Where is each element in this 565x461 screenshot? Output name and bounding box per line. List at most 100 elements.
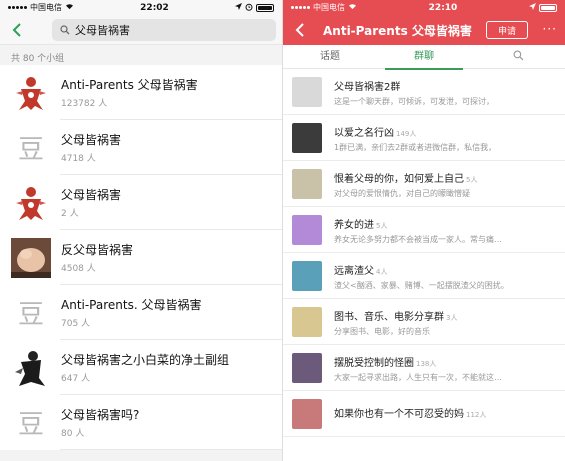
search-query: 父母皆祸害 xyxy=(75,23,130,37)
group-list-item[interactable]: 豆父母皆祸害吗? 80 人 xyxy=(0,395,282,450)
chat-list-item[interactable]: 图书、音乐、电影分享群 3人 分享图书、电影，好的音乐 xyxy=(283,299,565,345)
chat-description: 1群已满，亲们去2群或者进微信群，私信我， xyxy=(334,142,497,152)
status-bar: 中国电信 22:10 xyxy=(283,0,565,15)
group-info: Anti-Parents. 父母皆祸害 705 人 xyxy=(61,296,201,329)
group-member-count: 123782 人 xyxy=(61,99,108,109)
chat-avatar xyxy=(292,123,322,153)
battery-icon xyxy=(256,3,274,12)
group-list-item[interactable]: 豆 Anti-Parents. 父母皆祸害 705 人 xyxy=(0,285,282,340)
group-list: Anti-Parents 父母皆祸害 123782 人豆父母皆祸害 4718 人父母… xyxy=(0,65,282,450)
chat-name: 养女的进 xyxy=(334,219,374,231)
chat-description: 分享图书、电影，好的音乐 xyxy=(334,326,430,336)
status-bar: 中国电信 22:02 xyxy=(0,0,282,15)
group-title: Anti-Parents 父母皆祸害 xyxy=(323,23,472,38)
group-avatar: 豆 xyxy=(11,127,51,168)
chat-title: 摆脱受控制的怪圈 138人 xyxy=(334,354,559,369)
status-time: 22:02 xyxy=(140,2,169,13)
more-menu-button[interactable]: ··· xyxy=(543,22,557,36)
chat-member-count: 5人 xyxy=(376,221,388,230)
chat-avatar xyxy=(292,261,322,291)
chat-name: 远离渣父 xyxy=(334,265,374,277)
screenshot-collage: 中国电信 22:02 父母皆祸害 共 80 个小组 Anti-Parents 父… xyxy=(0,0,565,461)
group-avatar xyxy=(11,347,51,388)
chat-list-item[interactable]: 摆脱受控制的怪圈 138人 大家一起寻求出路，人生只有一次，不能就这… xyxy=(283,345,565,391)
chat-title: 父母皆祸害2群 xyxy=(334,78,559,93)
group-info: 父母皆祸害吗? 80 人 xyxy=(61,406,139,439)
group-avatar xyxy=(11,72,51,113)
signal-icon xyxy=(8,6,27,9)
group-avatar: 豆 xyxy=(11,402,51,443)
group-list-item[interactable]: 豆父母皆祸害 4718 人 xyxy=(0,120,282,175)
chat-member-count: 5人 xyxy=(466,175,478,184)
battery-icon xyxy=(539,3,557,12)
tab-bar: 话题 群聊 xyxy=(283,45,565,70)
chat-member-count: 138人 xyxy=(416,359,437,368)
tab-topics[interactable]: 话题 xyxy=(283,45,377,69)
chat-info: 图书、音乐、电影分享群 3人 分享图书、电影，好的音乐 xyxy=(334,308,559,337)
search-icon xyxy=(513,50,523,61)
group-list-item[interactable]: 父母皆祸害之小白菜的净土副组 647 人 xyxy=(0,340,282,395)
group-name: 父母皆祸害之小白菜的净土副组 xyxy=(61,353,230,367)
chat-title: 养女的进 5人 xyxy=(334,216,559,231)
chat-list-item[interactable]: 父母皆祸害2群 这是一个聊天群，可倾诉，可发泄，可探讨， xyxy=(283,69,565,115)
chat-description: 渣父<酗酒、家暴、赌博、一起摆脱渣父的困扰。 xyxy=(334,280,509,290)
placeholder-avatar-icon: 豆 xyxy=(11,127,51,168)
group-chat-screen: 中国电信 22:10 Anti-Parents 父母皆祸害 申请 ··· 话题 … xyxy=(283,0,565,461)
chat-list: 父母皆祸害2群 这是一个聊天群，可倾诉，可发泄，可探讨， 以爱之名行凶 149人 1群已… xyxy=(283,69,565,437)
chat-info: 养女的进 5人养女无论多努力都不会被当成一家人。常与痛… xyxy=(334,216,559,245)
red-figure-icon xyxy=(11,182,51,223)
status-time: 22:10 xyxy=(428,2,458,13)
chat-name: 父母皆祸害2群 xyxy=(334,81,401,93)
chat-list-item[interactable]: 以爱之名行凶 149人 1群已满，亲们去2群或者进微信群，私信我， xyxy=(283,115,565,161)
group-avatar xyxy=(11,182,51,223)
tab-group-chat[interactable]: 群聊 xyxy=(377,45,471,70)
group-info: 父母皆祸害 2 人 xyxy=(61,186,121,219)
back-button[interactable] xyxy=(6,19,28,41)
group-header: Anti-Parents 父母皆祸害 申请 ··· xyxy=(283,15,565,45)
signal-icon xyxy=(291,6,310,9)
chat-list-item[interactable]: 远离渣父 4人渣父<酗酒、家暴、赌博、一起摆脱渣父的困扰。 xyxy=(283,253,565,299)
chat-info: 恨着父母的你，如何爱上自己 5人 对父母的爱恨情仇，对自己的矇瞰憎疑 xyxy=(334,170,559,199)
group-name: Anti-Parents 父母皆祸害 xyxy=(61,78,198,92)
group-member-count: 80 人 xyxy=(61,429,85,439)
group-list-item[interactable]: 父母皆祸害 2 人 xyxy=(0,175,282,230)
back-button[interactable] xyxy=(289,19,311,41)
group-avatar xyxy=(11,237,51,278)
chat-member-count: 112人 xyxy=(466,411,487,419)
chat-name: 恨着父母的你，如何爱上自己 xyxy=(334,173,464,185)
alarm-icon xyxy=(245,3,253,13)
chat-list-item[interactable]: 养女的进 5人养女无论多努力都不会被当成一家人。常与痛… xyxy=(283,207,565,253)
chat-info: 远离渣父 4人渣父<酗酒、家暴、赌博、一起摆脱渣父的困扰。 xyxy=(334,262,559,291)
chat-title: 以爱之名行凶 149人 xyxy=(334,124,559,139)
placeholder-avatar-icon: 豆 xyxy=(11,292,51,333)
search-header: 父母皆祸害 xyxy=(0,15,282,45)
group-name: 反父母皆祸害 xyxy=(61,243,134,257)
chat-avatar xyxy=(292,353,322,383)
chat-member-count: 4人 xyxy=(376,267,388,276)
search-input[interactable]: 父母皆祸害 xyxy=(52,18,276,41)
search-icon xyxy=(60,24,70,34)
baby-photo-icon xyxy=(11,237,51,278)
chevron-left-icon xyxy=(295,23,304,37)
chat-description: 养女无论多努力都不会被当成一家人。常与痛… xyxy=(334,234,502,244)
group-info: Anti-Parents 父母皆祸害 123782 人 xyxy=(61,76,198,109)
chat-title: 如果你也有一个不可忍受的妈 112人 xyxy=(334,405,559,420)
apply-button[interactable]: 申请 xyxy=(486,21,528,39)
group-member-count: 4718 人 xyxy=(61,154,96,164)
chat-info: 父母皆祸害2群 这是一个聊天群，可倾诉，可发泄，可探讨， xyxy=(334,78,559,107)
tab-search[interactable] xyxy=(471,45,565,69)
result-count: 共 80 个小组 xyxy=(11,54,65,64)
chat-avatar xyxy=(292,169,322,199)
group-list-item[interactable]: 反父母皆祸害 4508 人 xyxy=(0,230,282,285)
chat-name: 摆脱受控制的怪圈 xyxy=(334,357,414,369)
location-icon xyxy=(235,3,242,12)
chat-list-item[interactable]: 恨着父母的你，如何爱上自己 5人 对父母的爱恨情仇，对自己的矇瞰憎疑 xyxy=(283,161,565,207)
group-info: 父母皆祸害之小白菜的净土副组 647 人 xyxy=(61,351,229,384)
group-name: 父母皆祸害吗? xyxy=(61,408,140,422)
group-list-item[interactable]: Anti-Parents 父母皆祸害 123782 人 xyxy=(0,65,282,120)
chat-member-count: 149人 xyxy=(396,129,417,138)
chat-title: 恨着父母的你，如何爱上自己 5人 xyxy=(334,170,559,185)
chat-info: 如果你也有一个不可忍受的妈 112人 xyxy=(334,405,559,423)
location-icon xyxy=(529,3,536,12)
chat-list-item[interactable]: 如果你也有一个不可忍受的妈 112人 xyxy=(283,391,565,437)
